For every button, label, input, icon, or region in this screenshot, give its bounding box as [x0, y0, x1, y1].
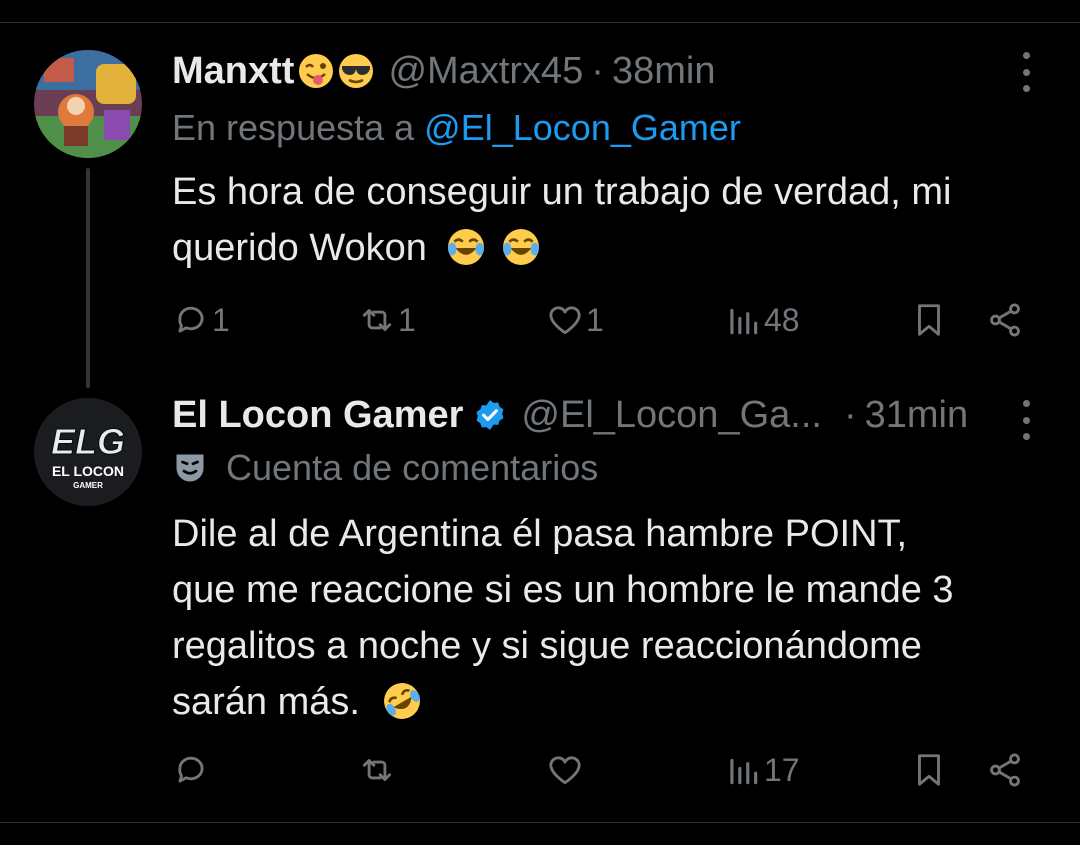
reply-mention-link[interactable]: @El_Locon_Gamer — [424, 107, 741, 148]
bookmark-button[interactable] — [910, 298, 948, 342]
avatar-caption: EL LOCON — [52, 463, 124, 479]
tweet-text-line: regalitos a noche y si sigue reaccionánd… — [172, 625, 922, 667]
winking-tongue-emoji — [299, 54, 334, 88]
separator-dot: · — [843, 394, 857, 436]
tweet-header-el-locon-gamer: El Locon Gamer @El_Locon_Ga... · 31min — [172, 392, 968, 438]
reply-icon — [178, 756, 204, 783]
tweet-header-manxtt: Manxtt @Maxtrx45 · 38min — [172, 48, 715, 94]
more-options-icon[interactable] — [1016, 400, 1036, 440]
rolling-laughing-emoji — [383, 683, 420, 719]
avatar-manxtt-image — [34, 50, 142, 158]
tweet-text-el-locon-gamer: Dile al de Argentina él pasa hambre POIN… — [172, 506, 1052, 730]
heart-icon — [549, 756, 581, 785]
separator-dot: · — [591, 50, 604, 92]
user-handle[interactable]: @Maxtrx45 — [388, 48, 583, 94]
thread-connector-line — [86, 168, 90, 388]
tweet-actions-manxtt: 1 1 1 48 — [172, 298, 1032, 342]
reply-button[interactable]: 1 — [172, 298, 230, 342]
repost-button[interactable]: 1 — [358, 298, 416, 342]
reply-count: 1 — [212, 301, 230, 338]
avatar-el-locon-gamer-logo: ELG EL LOCON GAMER — [34, 398, 142, 506]
repost-icon — [362, 759, 392, 781]
verified-badge-icon — [476, 400, 504, 430]
timestamp[interactable]: 38min — [612, 48, 716, 94]
reply-button[interactable] — [172, 748, 210, 792]
view-count: 48 — [764, 301, 800, 338]
share-button[interactable] — [986, 748, 1024, 792]
tweet-actions-el-locon-gamer: 17 — [172, 748, 1032, 792]
views-chart-icon — [730, 758, 758, 785]
reply-icon — [178, 306, 204, 333]
tears-of-joy-emoji — [503, 229, 539, 265]
community-label[interactable]: Cuenta de comentarios — [172, 446, 598, 490]
display-name[interactable]: El Locon Gamer — [172, 392, 463, 438]
user-handle[interactable]: @El_Locon_Ga... — [521, 392, 822, 438]
repost-button[interactable] — [358, 748, 396, 792]
tweet-text-line-with-emoji: querido Wokon — [172, 220, 1052, 276]
avatar-logo-text: ELG — [51, 421, 125, 462]
bookmark-icon — [918, 304, 940, 336]
views-button[interactable]: 48 — [724, 298, 800, 342]
tweet-text-line: Es hora de conseguir un trabajo de verda… — [172, 171, 952, 213]
tweet-text-line-with-emoji: sarán más. — [172, 674, 1052, 730]
tweet-text-line: sarán más. — [172, 681, 360, 723]
view-count: 17 — [764, 751, 800, 788]
top-divider — [0, 22, 1080, 23]
like-button[interactable] — [546, 748, 584, 792]
tweet-text-line: querido Wokon — [172, 227, 427, 269]
bookmark-button[interactable] — [910, 748, 948, 792]
views-chart-icon — [730, 308, 758, 335]
reply-prefix: En respuesta a — [172, 107, 415, 148]
like-button[interactable]: 1 — [546, 298, 604, 342]
views-button[interactable]: 17 — [724, 748, 800, 792]
repost-icon — [362, 309, 392, 331]
display-name[interactable]: Manxtt — [172, 48, 294, 94]
tweet-text-manxtt: Es hora de conseguir un trabajo de verda… — [172, 164, 1052, 276]
heart-icon — [549, 306, 581, 335]
avatar-subcaption: GAMER — [73, 481, 103, 490]
tweet-text-line: Dile al de Argentina él pasa hambre POIN… — [172, 513, 908, 555]
like-count: 1 — [586, 301, 604, 338]
bottom-divider — [0, 822, 1080, 823]
tweet-text-line: que me reaccione si es un hombre le mand… — [172, 569, 954, 611]
more-options-icon[interactable] — [1016, 52, 1036, 92]
sunglasses-emoji — [339, 54, 374, 88]
community-name: Cuenta de comentarios — [226, 447, 599, 488]
theater-masks-icon — [176, 454, 204, 482]
repost-count: 1 — [398, 301, 416, 338]
bookmark-icon — [918, 754, 940, 786]
avatar-el-locon-gamer[interactable]: ELG EL LOCON GAMER — [34, 398, 142, 506]
tears-of-joy-emoji — [448, 229, 485, 265]
share-icon — [990, 303, 1020, 337]
timestamp[interactable]: 31min — [865, 392, 969, 438]
avatar-manxtt[interactable] — [34, 50, 142, 158]
share-button[interactable] — [986, 298, 1024, 342]
reply-to-line: En respuesta a @El_Locon_Gamer — [172, 106, 741, 150]
share-icon — [990, 753, 1020, 787]
